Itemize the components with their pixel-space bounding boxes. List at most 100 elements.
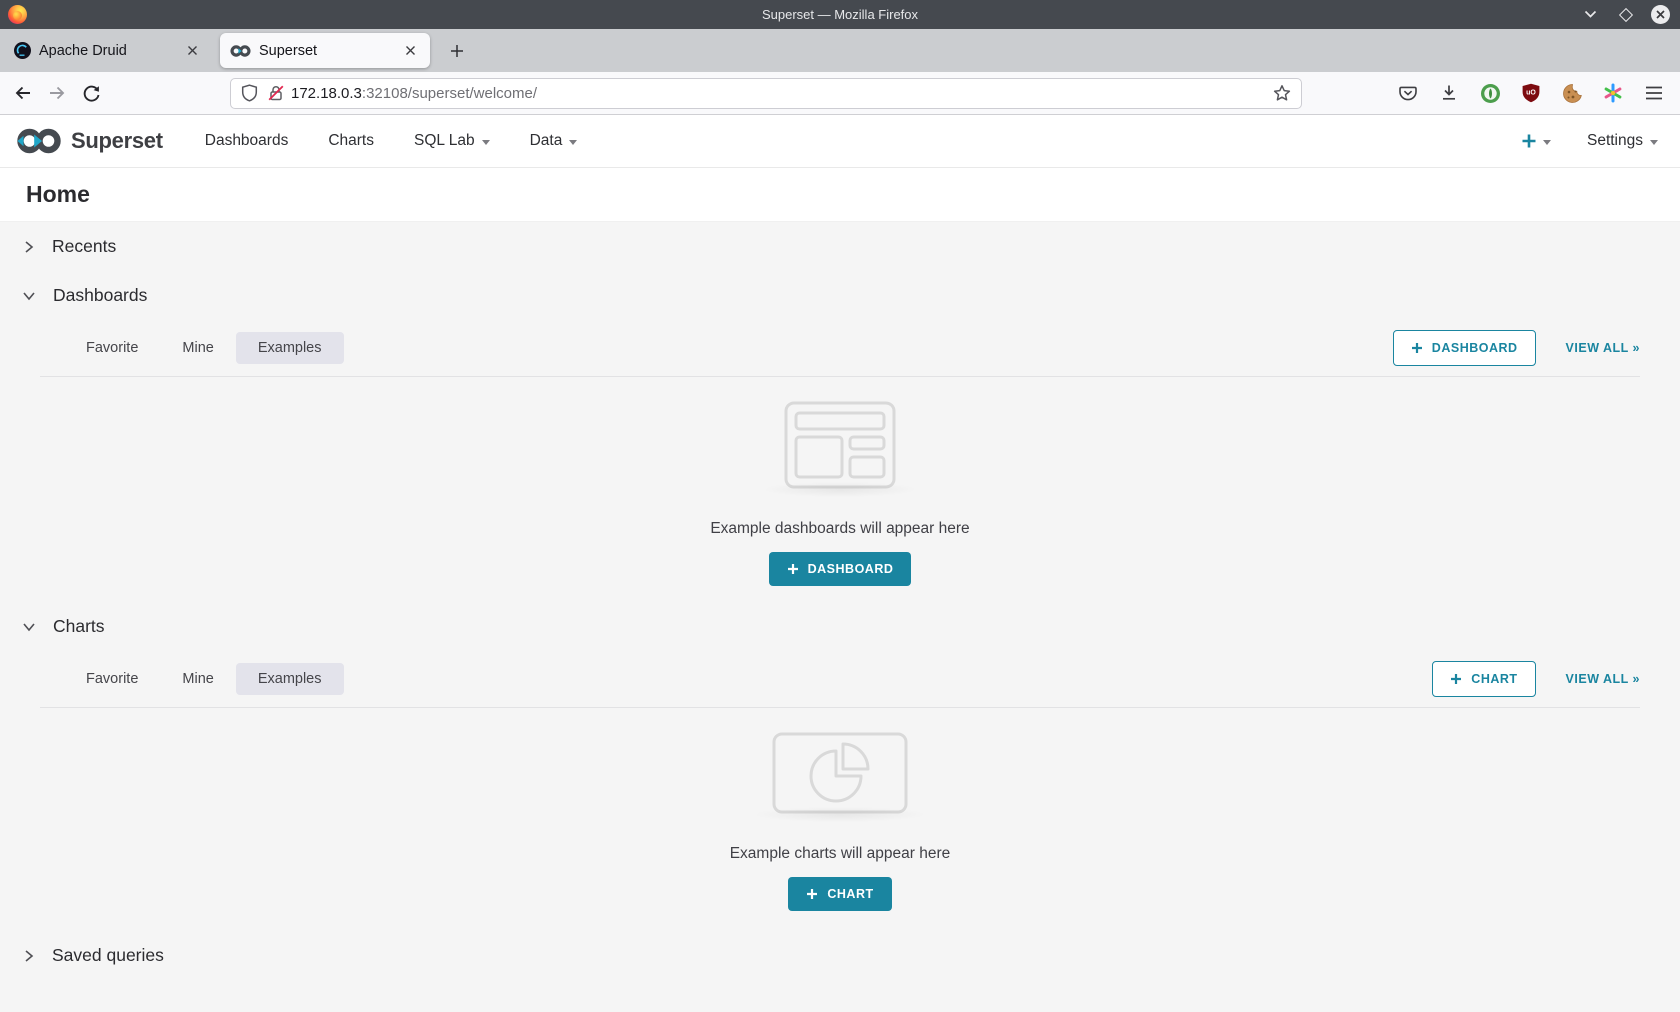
window-minimize-button[interactable] <box>1581 5 1600 24</box>
create-chart-button[interactable]: CHART <box>788 877 891 911</box>
chevron-down-icon <box>569 140 577 145</box>
dashboards-actions: DASHBOARD VIEW ALL » <box>1393 330 1640 366</box>
firefox-icon <box>8 5 27 24</box>
tab-examples[interactable]: Examples <box>236 332 344 364</box>
dashboard-placeholder-image <box>784 401 896 489</box>
dashboards-filter-tabs: Favorite Mine Examples <box>64 332 344 364</box>
charts-actions: CHART VIEW ALL » <box>1432 661 1640 697</box>
downloads-icon[interactable] <box>1437 81 1461 105</box>
chevron-down-icon <box>1650 140 1658 145</box>
section-label: Saved queries <box>52 945 164 966</box>
browser-tab-bar: Apache Druid Superset <box>0 29 1680 72</box>
welcome-page: Home Recents Dashboards Favorite Mine Ex… <box>0 168 1680 980</box>
brand-name: Superset <box>71 128 163 154</box>
section-label: Recents <box>52 236 116 257</box>
nav-label: Dashboards <box>205 132 289 150</box>
nav-label: Charts <box>328 132 374 150</box>
nav-item-charts[interactable]: Charts <box>328 132 374 150</box>
new-chart-button[interactable]: CHART <box>1432 661 1535 697</box>
ublock-origin-icon[interactable]: uO <box>1519 81 1543 105</box>
charts-view-all-link[interactable]: VIEW ALL » <box>1566 672 1640 686</box>
shield-icon <box>241 84 258 102</box>
chevron-right-icon <box>22 240 35 254</box>
section-label: Charts <box>53 616 105 637</box>
svg-text:uO: uO <box>1526 90 1536 97</box>
section-charts-header[interactable]: Charts <box>0 602 1680 651</box>
plus-icon <box>1411 342 1423 354</box>
plus-icon <box>1450 673 1462 685</box>
toolbar-extensions: uO <box>1396 81 1666 105</box>
tab-close-icon[interactable] <box>182 41 202 61</box>
window-controls <box>1581 5 1670 24</box>
chevron-down-icon <box>22 289 36 302</box>
superset-favicon <box>230 44 251 58</box>
druid-favicon <box>14 42 31 59</box>
superset-logo[interactable]: Superset <box>16 126 163 156</box>
browser-tab-apache-druid[interactable]: Apache Druid <box>4 33 212 68</box>
tab-examples[interactable]: Examples <box>236 663 344 695</box>
close-icon <box>1656 10 1665 19</box>
page-title-band: Home <box>0 168 1680 222</box>
button-label: DASHBOARD <box>1432 341 1518 355</box>
window-title: Superset — Mozilla Firefox <box>0 7 1680 22</box>
settings-label: Settings <box>1587 132 1643 150</box>
section-saved-queries-header[interactable]: Saved queries <box>0 931 1680 980</box>
reload-icon <box>82 84 101 103</box>
section-dashboards-header[interactable]: Dashboards <box>0 271 1680 320</box>
dashboards-subheader: Favorite Mine Examples DASHBOARD VIEW AL… <box>40 320 1640 377</box>
placeholder-shadow <box>755 807 925 822</box>
chart-placeholder-image <box>772 732 908 814</box>
bookmark-star-icon[interactable] <box>1273 84 1291 102</box>
plus-icon <box>450 44 464 58</box>
chevron-down-icon <box>1584 10 1597 19</box>
charts-subheader: Favorite Mine Examples CHART VIEW ALL » <box>40 651 1640 708</box>
chevron-down-icon <box>1543 140 1551 145</box>
create-dashboard-button[interactable]: DASHBOARD <box>769 552 912 586</box>
nav-label: Data <box>530 132 563 150</box>
window-titlebar: Superset — Mozilla Firefox <box>0 0 1680 29</box>
button-label: CHART <box>1471 672 1517 686</box>
tab-favorite[interactable]: Favorite <box>64 663 160 695</box>
back-button[interactable] <box>8 78 38 108</box>
section-recents-header[interactable]: Recents <box>0 222 1680 271</box>
pocket-icon[interactable] <box>1396 81 1420 105</box>
page-title: Home <box>26 181 1654 208</box>
url-bar[interactable]: 172.18.0.3:32108/superset/welcome/ <box>230 78 1302 109</box>
back-arrow-icon <box>13 83 33 103</box>
tab-close-icon[interactable] <box>400 41 420 61</box>
reload-button[interactable] <box>76 78 106 108</box>
navbar-right: Settings <box>1521 132 1664 150</box>
section-label: Dashboards <box>53 285 147 306</box>
dashboards-view-all-link[interactable]: VIEW ALL » <box>1566 341 1640 355</box>
tab-mine[interactable]: Mine <box>160 332 235 364</box>
plus-icon <box>806 888 818 900</box>
chevron-right-icon <box>22 949 35 963</box>
chevron-down-icon <box>22 620 36 633</box>
tab-title: Superset <box>259 43 392 59</box>
nav-item-data[interactable]: Data <box>530 132 578 150</box>
chevron-down-icon <box>482 140 490 145</box>
window-maximize-button[interactable] <box>1616 5 1635 24</box>
window-close-button[interactable] <box>1651 5 1670 24</box>
extension-asterisk-icon[interactable] <box>1601 81 1625 105</box>
cookie-extension-icon[interactable] <box>1560 81 1584 105</box>
new-dashboard-button[interactable]: DASHBOARD <box>1393 330 1536 366</box>
nav-item-dashboards[interactable]: Dashboards <box>205 132 289 150</box>
plus-icon <box>1521 133 1537 149</box>
empty-message: Example dashboards will appear here <box>710 520 969 538</box>
nav-item-sql-lab[interactable]: SQL Lab <box>414 132 490 150</box>
tab-mine[interactable]: Mine <box>160 663 235 695</box>
browser-toolbar: 172.18.0.3:32108/superset/welcome/ <box>0 72 1680 115</box>
url-path: :32108/superset/welcome/ <box>362 85 537 102</box>
menu-hamburger-icon[interactable] <box>1642 81 1666 105</box>
settings-menu-button[interactable]: Settings <box>1587 132 1658 150</box>
browser-tab-superset[interactable]: Superset <box>220 33 430 68</box>
new-tab-button[interactable] <box>442 36 472 66</box>
new-item-menu-button[interactable] <box>1521 133 1551 149</box>
forward-button[interactable] <box>42 78 72 108</box>
placeholder-shadow <box>764 482 916 497</box>
empty-message: Example charts will appear here <box>730 845 951 863</box>
tab-title: Apache Druid <box>39 43 174 59</box>
tab-favorite[interactable]: Favorite <box>64 332 160 364</box>
extension-green-icon[interactable] <box>1478 81 1502 105</box>
